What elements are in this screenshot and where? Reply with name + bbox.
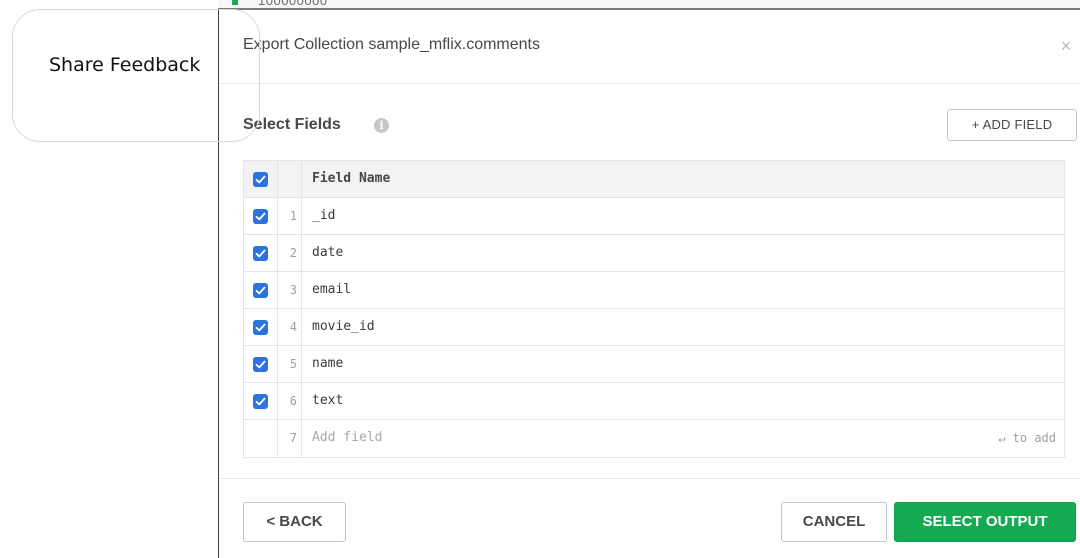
select-all-checkbox[interactable] — [253, 172, 268, 187]
table-row: 1 _id — [244, 198, 1064, 235]
field-name-cell[interactable]: movie_id — [302, 309, 1064, 345]
enter-to-add-hint: ↵ to add — [998, 431, 1056, 445]
checkmark-icon — [255, 323, 266, 332]
background-text: 100000000 — [258, 0, 328, 8]
row-number: 7 — [278, 420, 302, 457]
status-dot — [232, 0, 238, 5]
info-icon[interactable]: i — [374, 118, 389, 133]
row-check-cell — [244, 272, 278, 308]
field-checkbox[interactable] — [253, 357, 268, 372]
fields-table: Field Name 1 _id 2 date 3 email 4 movie_… — [243, 160, 1065, 458]
field-name-cell[interactable]: _id — [302, 198, 1064, 234]
add-field-placeholder: Add field — [312, 430, 383, 445]
field-checkbox[interactable] — [253, 209, 268, 224]
row-check-cell — [244, 420, 278, 457]
row-check-cell — [244, 309, 278, 345]
field-checkbox[interactable] — [253, 246, 268, 261]
field-name-cell[interactable]: email — [302, 272, 1064, 308]
row-number: 3 — [278, 272, 302, 308]
checkmark-icon — [255, 175, 266, 184]
add-field-button[interactable]: + ADD FIELD — [947, 109, 1077, 141]
row-check-cell — [244, 198, 278, 234]
row-number: 1 — [278, 198, 302, 234]
row-check-cell — [244, 383, 278, 419]
row-check-cell — [244, 346, 278, 382]
checkmark-icon — [255, 360, 266, 369]
table-row: 6 text — [244, 383, 1064, 420]
table-row: 3 email — [244, 272, 1064, 309]
header-num-cell — [278, 161, 302, 197]
select-all-cell — [244, 161, 278, 197]
table-row: 2 date — [244, 235, 1064, 272]
table-header-row: Field Name — [244, 161, 1064, 198]
share-feedback-button[interactable]: Share Feedback — [12, 9, 260, 142]
add-field-row: 7 Add field ↵ to add — [244, 420, 1064, 457]
checkmark-icon — [255, 286, 266, 295]
checkmark-icon — [255, 397, 266, 406]
row-number: 2 — [278, 235, 302, 271]
background-app-strip: 100000000 — [218, 0, 1080, 8]
field-checkbox[interactable] — [253, 394, 268, 409]
back-button[interactable]: < BACK — [243, 502, 346, 542]
add-field-input[interactable]: Add field ↵ to add — [302, 420, 1064, 457]
table-row: 5 name — [244, 346, 1064, 383]
row-number: 4 — [278, 309, 302, 345]
share-feedback-label: Share Feedback — [49, 54, 201, 76]
export-collection-modal: Export Collection sample_mflix.comments … — [218, 8, 1080, 558]
modal-header: Export Collection sample_mflix.comments … — [219, 10, 1080, 84]
row-number: 5 — [278, 346, 302, 382]
modal-title: Export Collection sample_mflix.comments — [243, 36, 540, 53]
field-checkbox[interactable] — [253, 320, 268, 335]
cancel-button[interactable]: CANCEL — [781, 502, 887, 542]
field-checkbox[interactable] — [253, 283, 268, 298]
field-name-cell[interactable]: text — [302, 383, 1064, 419]
row-number: 6 — [278, 383, 302, 419]
close-icon[interactable]: × — [1056, 36, 1076, 56]
checkmark-icon — [255, 212, 266, 221]
checkmark-icon — [255, 249, 266, 258]
modal-footer: < BACK CANCEL SELECT OUTPUT — [219, 478, 1080, 558]
table-row: 4 movie_id — [244, 309, 1064, 346]
row-check-cell — [244, 235, 278, 271]
field-name-cell[interactable]: name — [302, 346, 1064, 382]
select-output-button[interactable]: SELECT OUTPUT — [894, 502, 1076, 542]
field-name-cell[interactable]: date — [302, 235, 1064, 271]
field-name-header: Field Name — [312, 171, 391, 186]
